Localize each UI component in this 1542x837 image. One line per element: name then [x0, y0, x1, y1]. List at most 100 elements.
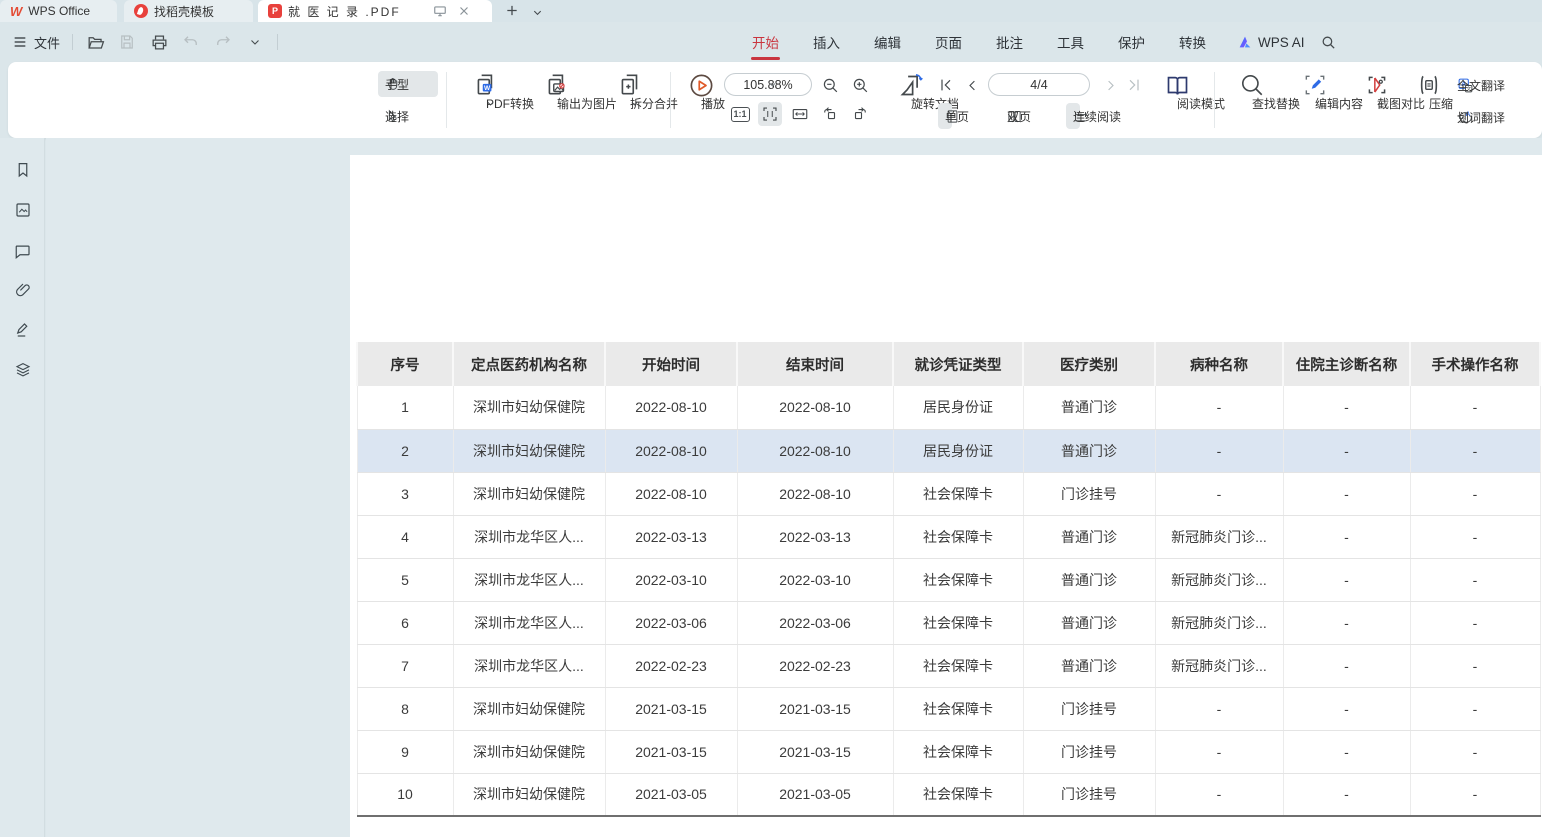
save-icon[interactable] [117, 32, 137, 52]
table-cell: 门诊挂号 [1023, 730, 1155, 773]
rotate-right-button[interactable] [848, 102, 872, 126]
table-cell: - [1410, 472, 1540, 515]
screenshot-compare-button[interactable]: 截图对比 [1346, 70, 1408, 103]
open-file-icon[interactable] [85, 32, 105, 52]
undo-icon[interactable] [181, 32, 201, 52]
menu-search-icon[interactable] [1319, 32, 1339, 52]
tab-wps-office[interactable]: W WPS Office [0, 0, 117, 22]
table-row[interactable]: 2深圳市妇幼保健院2022-08-102022-08-10居民身份证普通门诊--… [357, 429, 1540, 472]
menu-tab-edit[interactable]: 编辑 [857, 22, 918, 62]
first-page-button[interactable] [934, 73, 958, 97]
attachment-icon[interactable] [13, 280, 33, 300]
pdf-convert-button[interactable]: W PDF转换 [450, 70, 522, 103]
close-icon[interactable] [457, 4, 471, 18]
table-cell: - [1155, 773, 1283, 816]
tab-docer-templates[interactable]: 找稻壳模板 [124, 0, 253, 22]
export-image-button[interactable]: 输出为图片 [522, 70, 592, 103]
zoom-out-button[interactable] [818, 73, 842, 97]
fit-page-button[interactable] [758, 102, 782, 126]
redo-icon[interactable] [213, 32, 233, 52]
signature-icon[interactable] [13, 320, 33, 340]
read-mode-button[interactable]: 阅读模式 [1144, 70, 1210, 103]
table-row[interactable]: 9深圳市妇幼保健院2021-03-152021-03-15社会保障卡门诊挂号--… [357, 730, 1540, 773]
bookmark-icon[interactable] [13, 160, 33, 180]
print-icon[interactable] [149, 32, 169, 52]
table-cell: 门诊挂号 [1023, 687, 1155, 730]
table-header-cell: 住院主诊断名称 [1283, 342, 1410, 386]
double-page-button[interactable]: 双页 [1000, 103, 1014, 129]
divider [277, 34, 278, 50]
monitor-icon[interactable] [433, 4, 447, 18]
table-cell: 2022-08-10 [605, 386, 737, 429]
zoom-in-button[interactable] [848, 73, 872, 97]
table-cell: 2022-03-06 [605, 601, 737, 644]
last-page-button[interactable] [1122, 73, 1146, 97]
split-merge-button[interactable]: 拆分合并 [592, 70, 668, 103]
menu-tab-comment[interactable]: 批注 [979, 22, 1040, 62]
table-cell: 2022-08-10 [737, 386, 893, 429]
menu-tab-protect[interactable]: 保护 [1101, 22, 1162, 62]
tab-list-chevron-icon[interactable] [530, 5, 544, 19]
hand-tool-button[interactable]: 手型 [378, 71, 438, 97]
menu-tab-tools[interactable]: 工具 [1040, 22, 1101, 62]
table-row[interactable]: 8深圳市妇幼保健院2021-03-152021-03-15社会保障卡门诊挂号--… [357, 687, 1540, 730]
menu-tab-home[interactable]: 开始 [735, 22, 796, 62]
fit-width-button[interactable] [788, 102, 812, 126]
table-cell: 深圳市龙华区人... [453, 644, 605, 687]
menu-tab-wps-ai[interactable]: WPS AI [1223, 35, 1319, 50]
comment-icon[interactable] [13, 241, 33, 261]
menu-tab-convert[interactable]: 转换 [1162, 22, 1223, 62]
table-row[interactable]: 1深圳市妇幼保健院2022-08-102022-08-10居民身份证普通门诊--… [357, 386, 1540, 429]
play-button[interactable]: 播放 [676, 70, 726, 103]
prev-page-button[interactable] [960, 73, 984, 97]
tab-medical-record-pdf[interactable]: P 就 医 记 录 .PDF [258, 0, 492, 22]
table-row[interactable]: 6深圳市龙华区人...2022-03-062022-03-06社会保障卡普通门诊… [357, 601, 1540, 644]
full-translate-button[interactable]: A文 全文翻译 [1450, 72, 1464, 98]
thumbnails-icon[interactable] [13, 200, 33, 220]
table-cell: 社会保障卡 [893, 601, 1023, 644]
continuous-read-label: 连续阅读 [1073, 108, 1121, 125]
table-row[interactable]: 5深圳市龙华区人...2022-03-102022-03-10社会保障卡普通门诊… [357, 558, 1540, 601]
word-translate-button[interactable]: A文 划词翻译 [1450, 104, 1464, 130]
compress-button[interactable]: 压缩 [1406, 70, 1452, 103]
table-cell: 深圳市龙华区人... [453, 558, 605, 601]
zoom-level-select[interactable]: 105.88% [724, 73, 812, 96]
table-row[interactable]: 4深圳市龙华区人...2022-03-132022-03-13社会保障卡普通门诊… [357, 515, 1540, 558]
table-header-cell: 手术操作名称 [1410, 342, 1540, 386]
next-page-button[interactable] [1098, 73, 1122, 97]
table-cell: 居民身份证 [893, 429, 1023, 472]
table-cell: 新冠肺炎门诊... [1155, 515, 1283, 558]
table-cell: 深圳市龙华区人... [453, 515, 605, 558]
menu-tab-page[interactable]: 页面 [918, 22, 979, 62]
table-row[interactable]: 10深圳市妇幼保健院2021-03-052021-03-05社会保障卡门诊挂号-… [357, 773, 1540, 816]
more-history-chevron-icon[interactable] [245, 32, 265, 52]
chevron-down-icon [630, 99, 639, 108]
table-row[interactable]: 7深圳市龙华区人...2022-02-232022-02-23社会保障卡普通门诊… [357, 644, 1540, 687]
table-row[interactable]: 3深圳市妇幼保健院2022-08-102022-08-10社会保障卡门诊挂号--… [357, 472, 1540, 515]
page-number-input[interactable]: 4/4 [988, 73, 1090, 96]
document-area[interactable]: 序号定点医药机构名称开始时间结束时间就诊凭证类型医疗类别病种名称住院主诊断名称手… [46, 138, 1542, 837]
table-cell: 8 [357, 687, 453, 730]
new-tab-button[interactable] [505, 3, 519, 17]
single-page-button[interactable]: 单页 [938, 103, 952, 129]
file-menu-button[interactable]: 文件 [12, 33, 60, 52]
table-cell: - [1283, 730, 1410, 773]
continuous-read-button[interactable]: 连续阅读 [1066, 103, 1080, 129]
single-page-label: 单页 [945, 108, 969, 125]
hamburger-icon [12, 34, 28, 50]
menu-tab-insert[interactable]: 插入 [796, 22, 857, 62]
select-tool-button[interactable]: 选择 [378, 103, 438, 129]
rotate-left-button[interactable] [818, 102, 842, 126]
menu-tabs: 开始 插入 编辑 页面 批注 工具 保护 转换 WPS AI [735, 22, 1339, 62]
table-cell: 社会保障卡 [893, 644, 1023, 687]
layers-icon[interactable] [13, 360, 33, 380]
find-replace-button[interactable]: 查找替换 [1220, 70, 1284, 103]
table-cell: - [1410, 386, 1540, 429]
ribbon-toolbar: 手型 选择 W PDF转换 输出为图片 拆分合并 播放 [8, 62, 1542, 138]
edit-content-button[interactable]: 编辑内容 [1284, 70, 1346, 103]
window-tab-bar: W WPS Office 找稻壳模板 P 就 医 记 录 .PDF [0, 0, 1542, 22]
actual-size-button[interactable]: 1:1 [728, 102, 752, 126]
table-cell: 深圳市龙华区人... [453, 601, 605, 644]
divider [446, 72, 447, 128]
table-cell: 9 [357, 730, 453, 773]
